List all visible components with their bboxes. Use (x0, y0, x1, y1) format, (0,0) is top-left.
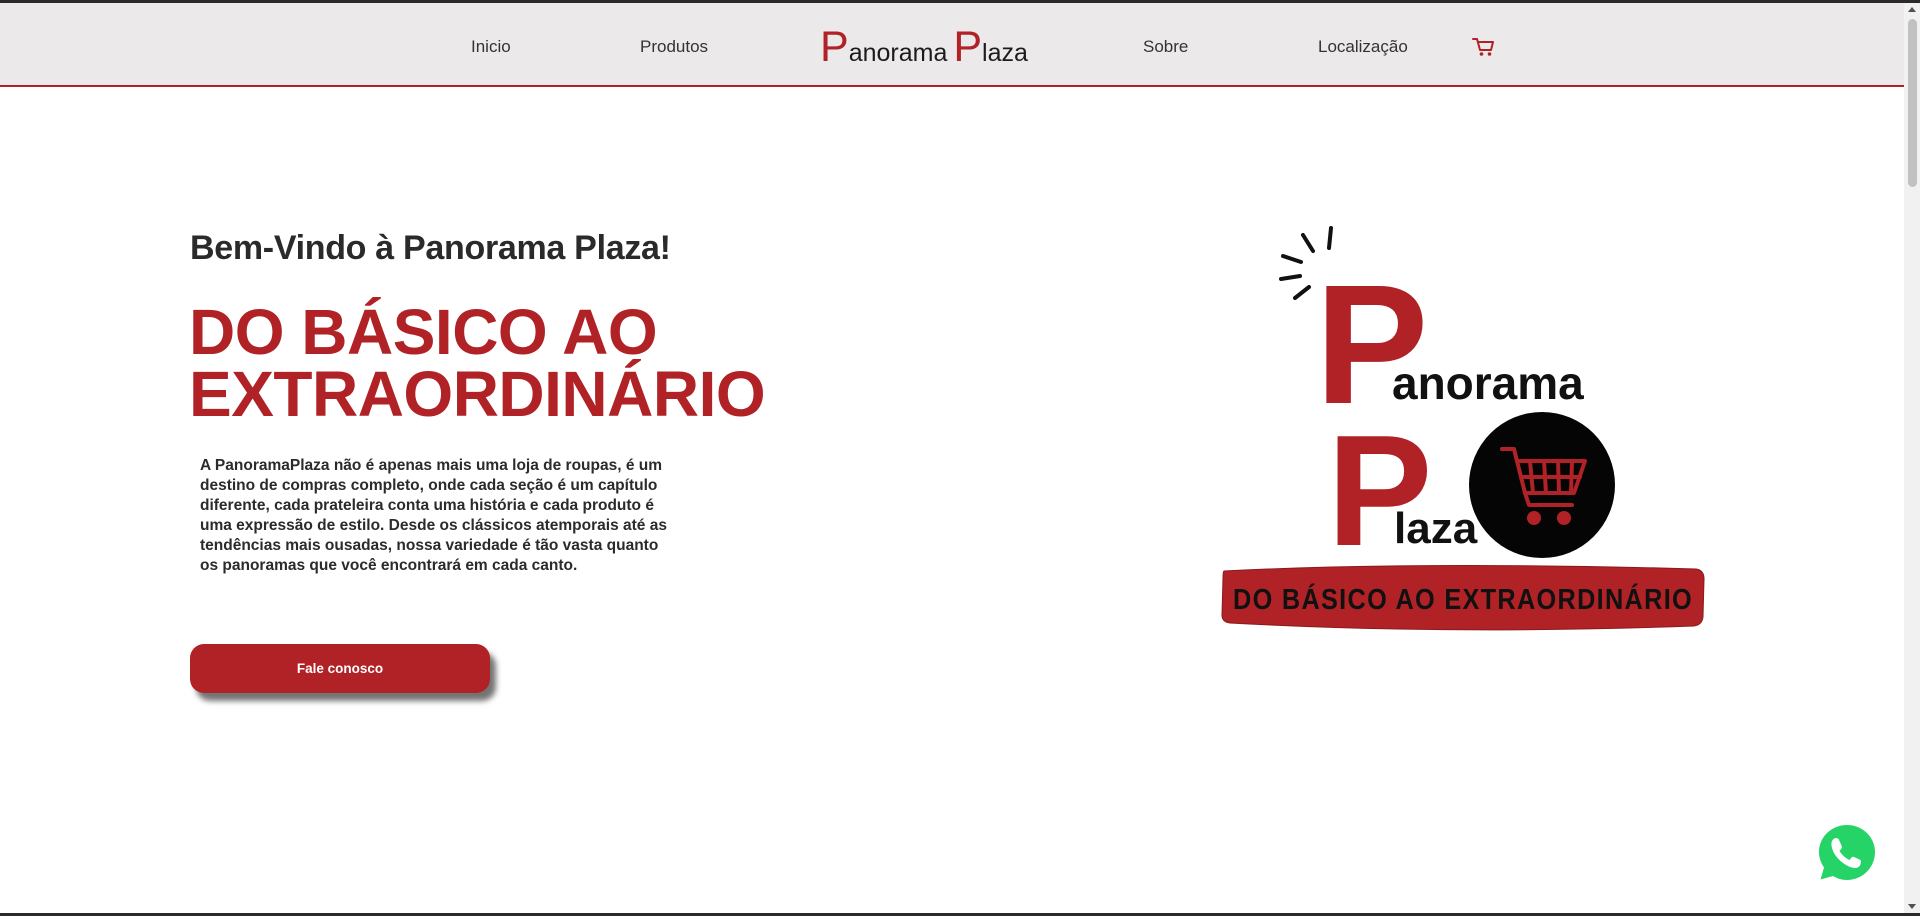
logo-word-2: laza (1394, 504, 1478, 553)
panorama-plaza-logo: P anorama P laza DO BÁSICO AO EXTRAORDIN… (1221, 226, 1705, 631)
brand-word-2: laza (982, 39, 1028, 67)
hero-description: A PanoramaPlaza não é apenas mais uma lo… (200, 457, 667, 574)
whatsapp-icon (1815, 821, 1879, 885)
logo-cart-circle (1469, 412, 1615, 558)
nav-link-sobre[interactable]: Sobre (1143, 37, 1188, 57)
brand-cap-1: P (820, 23, 849, 71)
cart-button[interactable] (1471, 36, 1497, 58)
welcome-heading: Bem-Vindo à Panorama Plaza! (190, 229, 671, 267)
logo-word-1: anorama (1392, 357, 1584, 409)
viewport: Inicio Produtos Panorama Plaza Sobre Loca… (0, 3, 1904, 913)
hero-headline: DO BÁSICO AO EXTRAORDINÁRIO (189, 296, 766, 430)
scroll-down-arrow-icon[interactable] (1908, 904, 1916, 909)
brand-logo[interactable]: Panorama Plaza (820, 23, 1034, 71)
logo-banner-text: DO BÁSICO AO EXTRAORDINÁRIO (1233, 582, 1693, 616)
brand-cap-2: P (953, 23, 983, 71)
brand-word-1: anorama (848, 39, 948, 67)
site-header: Inicio Produtos Panorama Plaza Sobre Loca… (0, 3, 1904, 87)
nav-link-localizacao[interactable]: Localização (1318, 37, 1408, 57)
page: Inicio Produtos Panorama Plaza Sobre Loca… (0, 0, 1920, 916)
contact-button[interactable]: Fale conosco (190, 644, 490, 693)
scrollbar-thumb[interactable] (1908, 19, 1917, 187)
scroll-up-arrow-icon[interactable] (1908, 7, 1916, 12)
whatsapp-button[interactable] (1812, 818, 1882, 888)
nav-link-inicio[interactable]: Inicio (471, 37, 511, 57)
cart-icon (1472, 38, 1494, 56)
nav-link-produtos[interactable]: Produtos (640, 37, 708, 57)
page-scrollbar[interactable] (1904, 3, 1920, 913)
